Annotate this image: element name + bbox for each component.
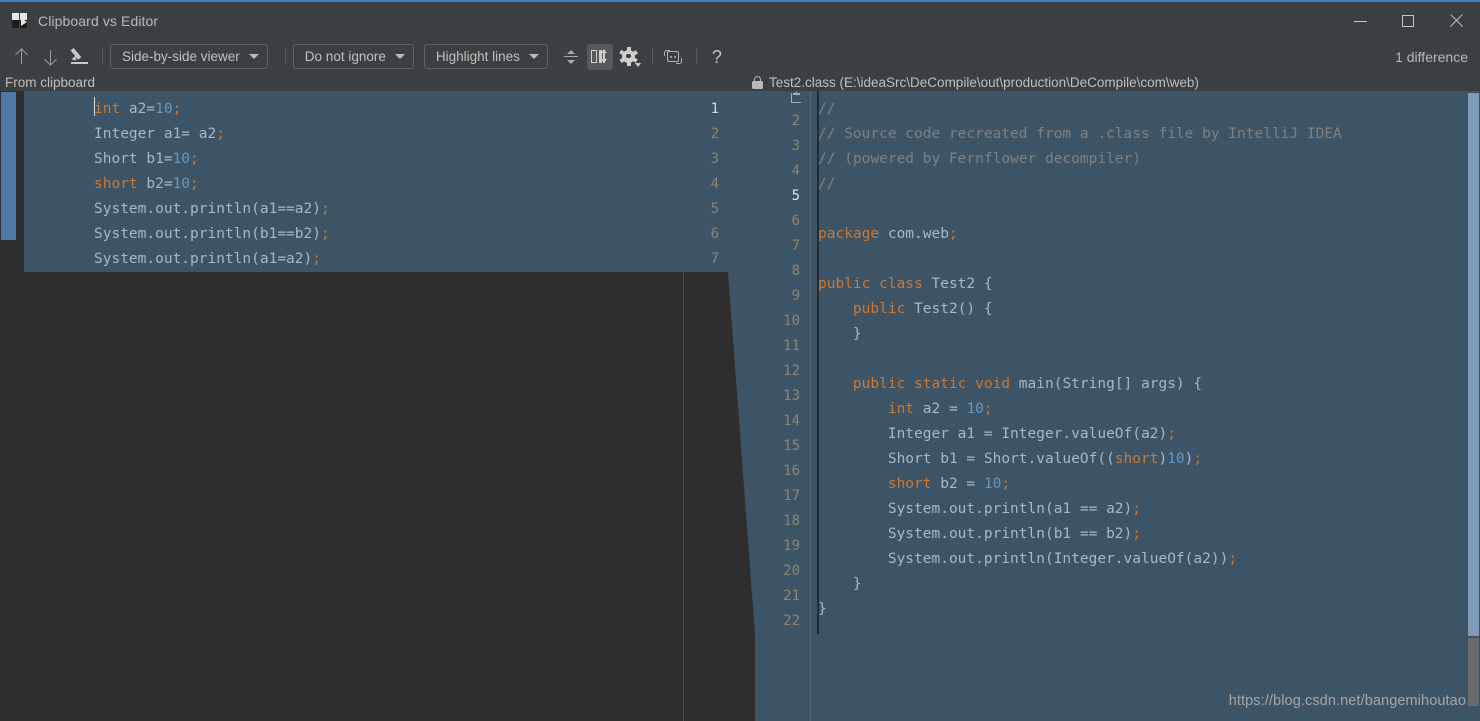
editor-area: int a2=10; Integer a1= a2; Short b1=10; … [0,91,1480,721]
toolbar-separator-2 [284,48,286,65]
right-line-number: 7 [791,238,800,254]
ignore-policy-dropdown[interactable]: Do not ignore [292,44,414,69]
question-mark-icon: ? [711,46,722,67]
right-editor-pane[interactable]: 1 2 3 4 5 6 7 8 9 10 11 12 13 14 15 16 1… [755,91,1480,721]
left-line-number: 7 [710,251,719,267]
chevron-down-icon [394,54,405,59]
left-line-number: 2 [710,126,719,142]
panel-captions: From clipboard Test2.class (E:\ideaSrc\D… [0,73,1480,91]
side-by-side-toggle-button[interactable] [586,43,613,70]
right-scrollbar[interactable] [1467,91,1480,721]
right-line-number: 22 [783,613,800,629]
close-icon [1449,14,1463,28]
right-scrollbar-thumb[interactable] [1468,93,1479,636]
diff-window-icon [12,13,28,29]
lock-icon [752,75,763,89]
right-line-number: 3 [791,138,800,154]
right-line-number: 5 [791,188,800,204]
right-line-number: 21 [783,588,800,604]
left-scrollbar-thumb[interactable] [1,92,16,240]
highlight-policy-dropdown[interactable]: Highlight lines [423,44,548,69]
right-line-number: 18 [783,513,800,529]
left-panel-caption: From clipboard [5,74,96,90]
code-fold-icon[interactable] [791,93,802,104]
minimize-button[interactable] [1336,2,1384,40]
help-button[interactable]: ? [704,44,730,70]
diff-window: Clipboard vs Editor Side-by-side viewer … [0,0,1480,721]
right-line-number: 2 [791,113,800,129]
left-line-number: 6 [710,226,719,242]
right-line-number: 10 [783,313,800,329]
right-line-number: 20 [783,563,800,579]
arrow-down-icon [45,49,56,65]
title-bar: Clipboard vs Editor [0,2,1480,40]
left-code-text[interactable]: int a2=10; Integer a1= a2; Short b1=10; … [94,97,330,272]
difference-count: 1 difference [1395,48,1468,65]
left-gutter-divider [683,272,684,721]
right-line-number: 12 [783,363,800,379]
right-line-number: 19 [783,538,800,554]
diff-toolbar: Side-by-side viewer Do not ignore Highli… [0,40,1480,73]
left-gutter-empty [683,272,728,721]
right-panel-caption: Test2.class (E:\ideaSrc\DeCompile\out\pr… [769,74,1199,90]
right-line-number: 13 [783,388,800,404]
chevron-down-icon [528,54,539,59]
watermark-text: https://blog.csdn.net/bangemihoutao [1228,693,1466,709]
previous-difference-button[interactable] [8,44,34,70]
next-difference-button[interactable] [37,44,63,70]
diff-divider[interactable] [728,91,755,721]
gear-icon [620,47,641,67]
swap-sides-icon [663,49,682,65]
side-by-side-columns-icon [591,49,608,65]
right-line-number: 14 [783,413,800,429]
left-scrollbar[interactable] [0,91,17,721]
right-panel-caption-row: Test2.class (E:\ideaSrc\DeCompile\out\pr… [752,73,1199,91]
left-line-number: 1 [710,101,719,117]
maximize-icon [1402,15,1414,27]
right-line-number: 16 [783,463,800,479]
highlight-policy-label: Highlight lines [435,49,520,64]
right-line-number: 4 [791,163,800,179]
viewer-mode-dropdown[interactable]: Side-by-side viewer [110,44,268,69]
arrow-up-icon [16,49,27,65]
diff-connector-shape [728,91,755,634]
right-line-number: 9 [791,288,800,304]
right-gutter-divider [810,91,811,721]
toolbar-separator-4 [695,48,697,65]
right-line-number: 17 [783,488,800,504]
close-button[interactable] [1432,2,1480,40]
window-controls [1336,2,1480,40]
settings-button[interactable] [616,44,642,70]
minimize-icon [1353,20,1367,22]
viewer-mode-label: Side-by-side viewer [122,49,240,64]
right-scrollbar-track-lower[interactable] [1468,638,1479,706]
right-line-numbers: 1 2 3 4 5 6 7 8 9 10 11 12 13 14 15 16 1… [755,91,810,721]
chevron-down-icon [248,54,259,59]
pencil-icon [70,48,88,65]
right-line-number: 6 [791,213,800,229]
swap-sides-button[interactable] [660,44,686,70]
left-line-number: 4 [710,176,719,192]
collapse-unchanged-icon [563,49,579,65]
toolbar-separator-3 [651,48,653,65]
left-line-number: 3 [710,151,719,167]
left-line-number: 5 [710,201,719,217]
left-editor-pane[interactable]: int a2=10; Integer a1= a2; Short b1=10; … [24,91,683,721]
left-line-numbers: 1 2 3 4 5 6 7 [683,91,728,272]
toolbar-separator-1 [102,48,103,65]
ignore-policy-label: Do not ignore [304,49,386,64]
right-line-number: 11 [783,338,800,354]
edit-source-button[interactable] [66,44,92,70]
maximize-button[interactable] [1384,2,1432,40]
right-code-text[interactable]: // // Source code recreated from a .clas… [818,97,1342,622]
right-line-number: 15 [783,438,800,454]
window-title: Clipboard vs Editor [38,13,159,29]
collapse-unchanged-button[interactable] [558,44,584,70]
right-line-number: 8 [791,263,800,279]
